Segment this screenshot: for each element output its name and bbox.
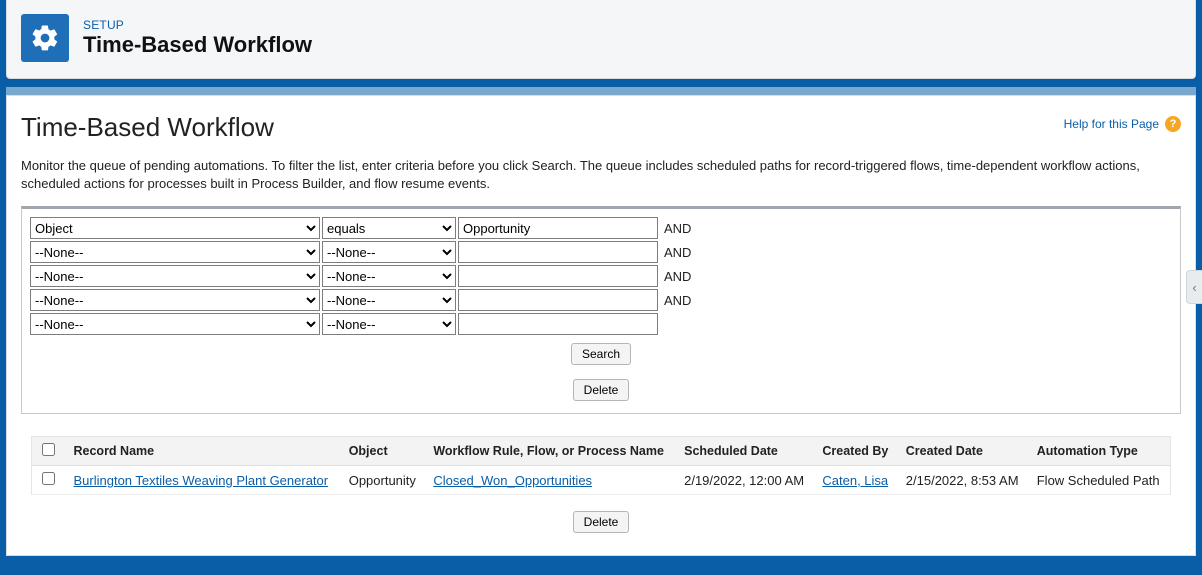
- filter-field-select[interactable]: --None--: [30, 241, 320, 263]
- header-title: Time-Based Workflow: [83, 32, 312, 58]
- cell-automation-type: Flow Scheduled Path: [1029, 466, 1171, 495]
- help-link[interactable]: Help for this Page ?: [1064, 116, 1181, 132]
- row-checkbox[interactable]: [42, 472, 55, 485]
- select-all-checkbox[interactable]: [42, 443, 55, 456]
- cell-object: Opportunity: [341, 466, 426, 495]
- workflow-link[interactable]: Closed_Won_Opportunities: [433, 473, 592, 488]
- col-created-by: Created By: [814, 437, 897, 466]
- filter-field-select[interactable]: --None--: [30, 265, 320, 287]
- filter-operator-select[interactable]: --None--: [322, 265, 456, 287]
- col-scheduled-date: Scheduled Date: [676, 437, 814, 466]
- gear-icon: [21, 14, 69, 62]
- delete-button[interactable]: Delete: [573, 379, 630, 401]
- filter-value-input[interactable]: [458, 241, 658, 263]
- page-title: Time-Based Workflow: [21, 112, 274, 143]
- col-object: Object: [341, 437, 426, 466]
- table-header-row: Record Name Object Workflow Rule, Flow, …: [32, 437, 1171, 466]
- results-table: Record Name Object Workflow Rule, Flow, …: [31, 436, 1171, 495]
- col-automation-type: Automation Type: [1029, 437, 1171, 466]
- content-panel: Time-Based Workflow Help for this Page ?…: [6, 95, 1196, 556]
- filter-field-select[interactable]: --None--: [30, 313, 320, 335]
- header-text: SETUP Time-Based Workflow: [83, 18, 312, 58]
- filter-row: --None-- --None-- AND: [30, 265, 1172, 287]
- cell-created-date: 2/15/2022, 8:53 AM: [898, 466, 1029, 495]
- filter-value-input[interactable]: [458, 289, 658, 311]
- filter-value-input[interactable]: [458, 265, 658, 287]
- col-workflow: Workflow Rule, Flow, or Process Name: [425, 437, 676, 466]
- cell-scheduled-date: 2/19/2022, 12:00 AM: [676, 466, 814, 495]
- filter-and: AND: [664, 293, 691, 308]
- filter-and: AND: [664, 245, 691, 260]
- created-by-link[interactable]: Caten, Lisa: [822, 473, 888, 488]
- filter-operator-select[interactable]: equals: [322, 217, 456, 239]
- filter-and: AND: [664, 221, 691, 236]
- filter-field-select[interactable]: Object: [30, 217, 320, 239]
- filter-row: --None-- --None-- AND: [30, 241, 1172, 263]
- help-link-text: Help for this Page: [1064, 117, 1159, 131]
- setup-header-panel: SETUP Time-Based Workflow: [6, 0, 1196, 79]
- filter-row: --None-- --None--: [30, 313, 1172, 335]
- filter-operator-select[interactable]: --None--: [322, 313, 456, 335]
- filter-value-input[interactable]: [458, 217, 658, 239]
- table-row: Burlington Textiles Weaving Plant Genera…: [32, 466, 1171, 495]
- filter-operator-select[interactable]: --None--: [322, 241, 456, 263]
- page-description: Monitor the queue of pending automations…: [21, 157, 1181, 192]
- chevron-left-icon: ‹: [1192, 280, 1196, 295]
- filter-and: AND: [664, 269, 691, 284]
- header: SETUP Time-Based Workflow: [19, 10, 1183, 68]
- search-button[interactable]: Search: [571, 343, 631, 365]
- col-created-date: Created Date: [898, 437, 1029, 466]
- filter-field-select[interactable]: --None--: [30, 289, 320, 311]
- help-icon: ?: [1165, 116, 1181, 132]
- delete-button-bottom[interactable]: Delete: [573, 511, 630, 533]
- results: Record Name Object Workflow Rule, Flow, …: [31, 436, 1171, 533]
- setup-label: SETUP: [83, 18, 312, 32]
- filter-row: Object equals AND: [30, 217, 1172, 239]
- record-name-link[interactable]: Burlington Textiles Weaving Plant Genera…: [74, 473, 329, 488]
- filter-operator-select[interactable]: --None--: [322, 289, 456, 311]
- pattern-divider: [6, 87, 1196, 95]
- filter-box: Object equals AND --None-- --None-- AND …: [21, 206, 1181, 414]
- col-record-name: Record Name: [66, 437, 341, 466]
- filter-value-input[interactable]: [458, 313, 658, 335]
- expand-panel-tab[interactable]: ‹: [1186, 270, 1202, 304]
- filter-row: --None-- --None-- AND: [30, 289, 1172, 311]
